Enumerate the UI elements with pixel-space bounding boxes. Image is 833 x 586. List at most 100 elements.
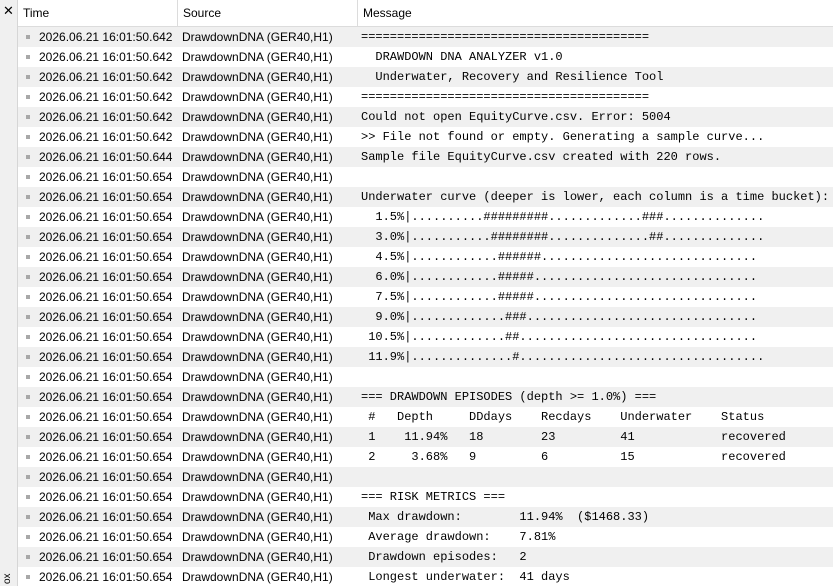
log-message-cell: DRAWDOWN DNA ANALYZER v1.0 (361, 50, 563, 64)
log-row[interactable]: 2026.06.21 16:01:50.654 DrawdownDNA (GER4… (18, 547, 833, 567)
log-row[interactable]: 2026.06.21 16:01:50.654 DrawdownDNA (GER4… (18, 347, 833, 367)
log-table-header: Time Source Message (18, 0, 833, 27)
info-level-icon (26, 55, 30, 59)
log-row[interactable]: 2026.06.21 16:01:50.642 DrawdownDNA (GER4… (18, 87, 833, 107)
log-source-cell: DrawdownDNA (GER40,H1) (182, 490, 333, 504)
close-icon[interactable]: ✕ (0, 4, 17, 18)
log-time-text: 2026.06.21 16:01:50.642 (39, 70, 173, 84)
log-time-text: 2026.06.21 16:01:50.642 (39, 90, 173, 104)
log-time-cell: 2026.06.21 16:01:50.642 (18, 127, 178, 147)
log-time-text: 2026.06.21 16:01:50.654 (39, 190, 173, 204)
log-row[interactable]: 2026.06.21 16:01:50.654 DrawdownDNA (GER4… (18, 447, 833, 467)
log-time-cell: 2026.06.21 16:01:50.654 (18, 227, 178, 247)
log-time-text: 2026.06.21 16:01:50.654 (39, 170, 173, 184)
log-time-text: 2026.06.21 16:01:50.654 (39, 350, 173, 364)
log-time-cell: 2026.06.21 16:01:50.642 (18, 67, 178, 87)
log-source-cell: DrawdownDNA (GER40,H1) (182, 210, 333, 224)
log-message-cell: === DRAWDOWN EPISODES (depth >= 1.0%) ==… (361, 390, 657, 404)
log-time-text: 2026.06.21 16:01:50.654 (39, 250, 173, 264)
log-message-cell: ======================================== (361, 90, 650, 104)
log-source-cell: DrawdownDNA (GER40,H1) (182, 410, 333, 424)
log-row[interactable]: 2026.06.21 16:01:50.654 DrawdownDNA (GER4… (18, 427, 833, 447)
info-level-icon (26, 135, 30, 139)
log-row[interactable]: 2026.06.21 16:01:50.642 DrawdownDNA (GER4… (18, 47, 833, 67)
log-time-text: 2026.06.21 16:01:50.642 (39, 110, 173, 124)
log-time-text: 2026.06.21 16:01:50.644 (39, 150, 173, 164)
log-source-cell: DrawdownDNA (GER40,H1) (182, 570, 333, 584)
column-header-time[interactable]: Time (18, 0, 178, 26)
log-time-cell: 2026.06.21 16:01:50.654 (18, 367, 178, 387)
log-time-text: 2026.06.21 16:01:50.654 (39, 210, 173, 224)
log-row[interactable]: 2026.06.21 16:01:50.654 DrawdownDNA (GER4… (18, 167, 833, 187)
log-time-text: 2026.06.21 16:01:50.654 (39, 510, 173, 524)
log-source-cell: DrawdownDNA (GER40,H1) (182, 230, 333, 244)
log-row[interactable]: 2026.06.21 16:01:50.654 DrawdownDNA (GER4… (18, 227, 833, 247)
log-time-cell: 2026.06.21 16:01:50.654 (18, 527, 178, 547)
log-row[interactable]: 2026.06.21 16:01:50.654 DrawdownDNA (GER4… (18, 307, 833, 327)
log-row[interactable]: 2026.06.21 16:01:50.654 DrawdownDNA (GER4… (18, 247, 833, 267)
log-source-cell: DrawdownDNA (GER40,H1) (182, 450, 333, 464)
log-row[interactable]: 2026.06.21 16:01:50.654 DrawdownDNA (GER4… (18, 387, 833, 407)
log-row[interactable]: 2026.06.21 16:01:50.654 DrawdownDNA (GER4… (18, 407, 833, 427)
log-row[interactable]: 2026.06.21 16:01:50.654 DrawdownDNA (GER4… (18, 527, 833, 547)
log-time-cell: 2026.06.21 16:01:50.654 (18, 507, 178, 527)
info-level-icon (26, 295, 30, 299)
log-row[interactable]: 2026.06.21 16:01:50.654 DrawdownDNA (GER4… (18, 187, 833, 207)
log-time-text: 2026.06.21 16:01:50.654 (39, 290, 173, 304)
info-level-icon (26, 375, 30, 379)
log-row[interactable]: 2026.06.21 16:01:50.654 DrawdownDNA (GER4… (18, 267, 833, 287)
log-time-text: 2026.06.21 16:01:50.654 (39, 470, 173, 484)
column-header-source[interactable]: Source (178, 0, 358, 26)
log-row[interactable]: 2026.06.21 16:01:50.644 DrawdownDNA (GER4… (18, 147, 833, 167)
log-row[interactable]: 2026.06.21 16:01:50.654 DrawdownDNA (GER4… (18, 327, 833, 347)
info-level-icon (26, 535, 30, 539)
log-row[interactable]: 2026.06.21 16:01:50.642 DrawdownDNA (GER4… (18, 127, 833, 147)
log-message-cell: Underwater, Recovery and Resilience Tool (361, 70, 664, 84)
log-row[interactable]: 2026.06.21 16:01:50.654 DrawdownDNA (GER4… (18, 287, 833, 307)
log-time-cell: 2026.06.21 16:01:50.654 (18, 267, 178, 287)
log-row[interactable]: 2026.06.21 16:01:50.654 DrawdownDNA (GER4… (18, 507, 833, 527)
log-source-cell: DrawdownDNA (GER40,H1) (182, 310, 333, 324)
log-source-cell: DrawdownDNA (GER40,H1) (182, 70, 333, 84)
log-message-cell: # Depth DDdays Recdays Underwater Status (361, 410, 765, 424)
log-message-cell: ======================================== (361, 30, 650, 44)
log-row[interactable]: 2026.06.21 16:01:50.642 DrawdownDNA (GER4… (18, 107, 833, 127)
log-message-cell: Drawdown episodes: 2 (361, 550, 527, 564)
log-time-text: 2026.06.21 16:01:50.642 (39, 50, 173, 64)
log-source-cell: DrawdownDNA (GER40,H1) (182, 330, 333, 344)
log-time-cell: 2026.06.21 16:01:50.654 (18, 547, 178, 567)
info-level-icon (26, 475, 30, 479)
log-message-cell: 1 11.94% 18 23 41 recovered (361, 430, 786, 444)
log-row[interactable]: 2026.06.21 16:01:50.654 DrawdownDNA (GER4… (18, 467, 833, 487)
column-header-message[interactable]: Message (358, 0, 833, 26)
log-row[interactable]: 2026.06.21 16:01:50.654 DrawdownDNA (GER4… (18, 367, 833, 387)
log-message-cell: 9.0%|.............###...................… (361, 310, 758, 324)
log-message-cell: 10.5%|.............##...................… (361, 330, 758, 344)
info-level-icon (26, 575, 30, 579)
info-level-icon (26, 95, 30, 99)
log-row[interactable]: 2026.06.21 16:01:50.642 DrawdownDNA (GER4… (18, 27, 833, 47)
log-message-cell: Average drawdown: 7.81% (361, 530, 556, 544)
log-row[interactable]: 2026.06.21 16:01:50.642 DrawdownDNA (GER4… (18, 67, 833, 87)
log-source-cell: DrawdownDNA (GER40,H1) (182, 150, 333, 164)
log-row[interactable]: 2026.06.21 16:01:50.654 DrawdownDNA (GER4… (18, 207, 833, 227)
log-rows: 2026.06.21 16:01:50.642 DrawdownDNA (GER4… (18, 27, 833, 586)
log-time-text: 2026.06.21 16:01:50.654 (39, 230, 173, 244)
log-time-text: 2026.06.21 16:01:50.654 (39, 410, 173, 424)
log-row[interactable]: 2026.06.21 16:01:50.654 DrawdownDNA (GER4… (18, 487, 833, 507)
info-level-icon (26, 195, 30, 199)
info-level-icon (26, 275, 30, 279)
log-message-cell: Max drawdown: 11.94% ($1468.33) (361, 510, 650, 524)
log-message-cell: 7.5%|............#####..................… (361, 290, 758, 304)
log-time-text: 2026.06.21 16:01:50.654 (39, 450, 173, 464)
log-source-cell: DrawdownDNA (GER40,H1) (182, 290, 333, 304)
log-time-cell: 2026.06.21 16:01:50.654 (18, 447, 178, 467)
log-time-text: 2026.06.21 16:01:50.654 (39, 270, 173, 284)
log-time-text: 2026.06.21 16:01:50.654 (39, 530, 173, 544)
log-row[interactable]: 2026.06.21 16:01:50.654 DrawdownDNA (GER4… (18, 567, 833, 586)
info-level-icon (26, 495, 30, 499)
log-time-cell: 2026.06.21 16:01:50.654 (18, 187, 178, 207)
log-time-cell: 2026.06.21 16:01:50.654 (18, 487, 178, 507)
log-message-cell: Longest underwater: 41 days (361, 570, 570, 584)
log-source-cell: DrawdownDNA (GER40,H1) (182, 390, 333, 404)
